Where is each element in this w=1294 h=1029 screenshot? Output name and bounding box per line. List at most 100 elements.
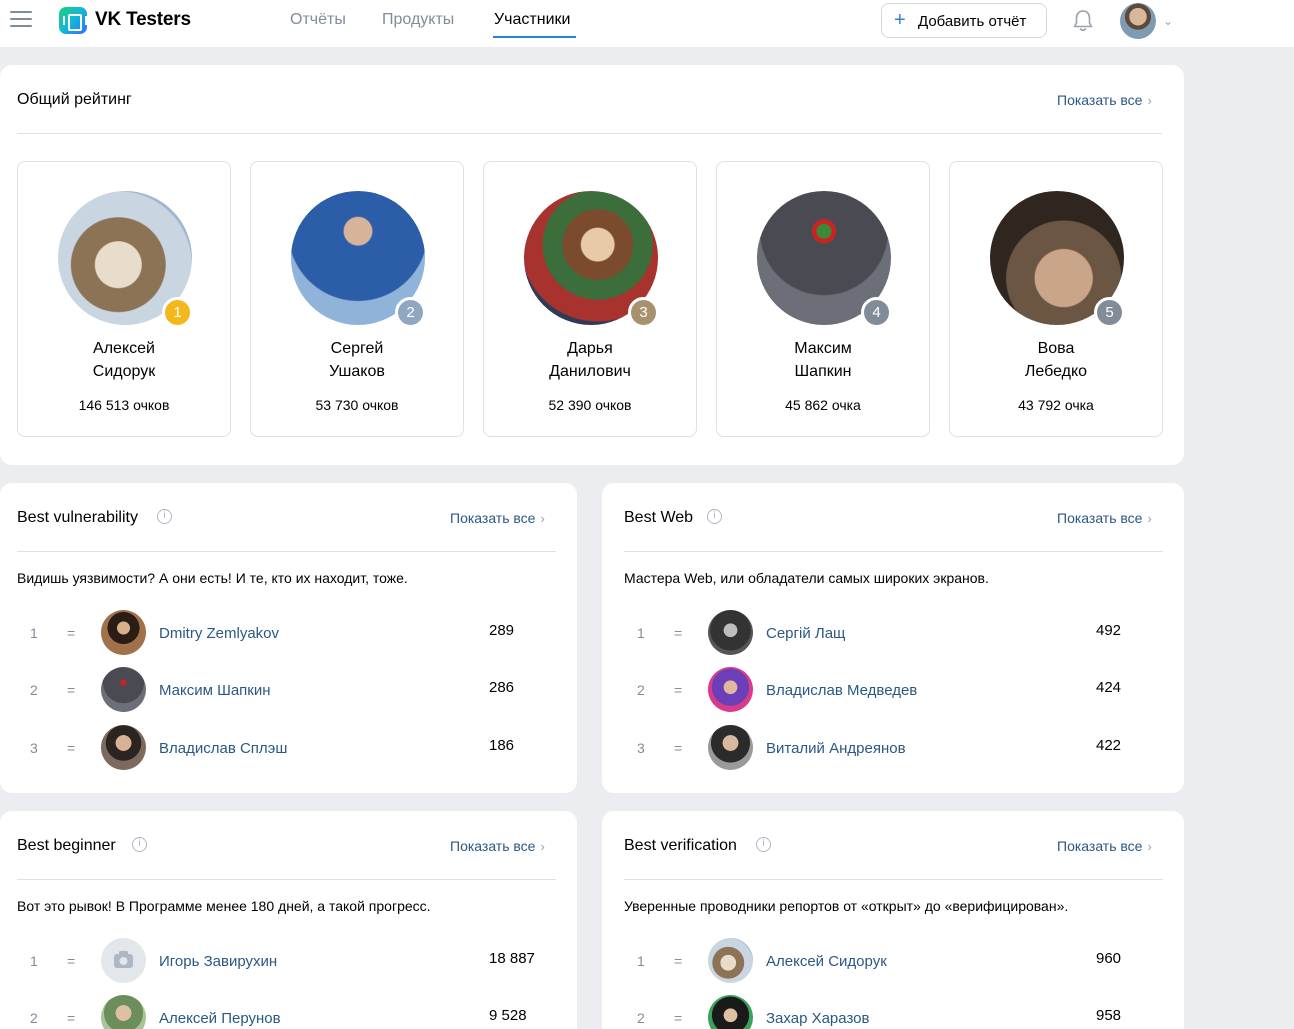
- nav-products[interactable]: Продукты: [382, 11, 454, 29]
- chevron-right-icon: ›: [540, 839, 545, 854]
- rating-card-4[interactable]: 4 Максим Шапкин 45 862 очка: [716, 161, 930, 437]
- avatar: [708, 995, 753, 1029]
- divider: [624, 879, 1163, 880]
- info-icon[interactable]: i: [132, 837, 147, 852]
- row-rank: 2: [30, 682, 38, 698]
- row-score: 424: [1096, 679, 1122, 696]
- menu-icon[interactable]: [10, 11, 32, 29]
- card-description: Уверенные проводники репортов от «открыт…: [624, 898, 1069, 914]
- best-vulnerability-card: Best vulnerability i Показать все › Видиш…: [0, 483, 577, 793]
- chevron-right-icon: ›: [1147, 839, 1152, 854]
- rank-badge: 5: [1094, 297, 1125, 328]
- show-all-link[interactable]: Показать все ›: [1057, 838, 1152, 854]
- chevron-right-icon: ›: [1147, 511, 1152, 526]
- nav-reports[interactable]: Отчёты: [290, 11, 346, 29]
- bell-icon[interactable]: [1072, 9, 1094, 33]
- show-all-link[interactable]: Показать все ›: [450, 838, 545, 854]
- leaderboard-row[interactable]: 1 = Сергій Лащ 492: [607, 610, 1167, 656]
- avatar: [101, 667, 146, 712]
- row-rank: 1: [637, 625, 645, 641]
- avatar: [101, 610, 146, 655]
- show-all-link[interactable]: Показать все ›: [450, 510, 545, 526]
- leaderboard-row[interactable]: 3 = Виталий Андреянов 422: [607, 725, 1167, 771]
- first-name: Алексей: [93, 340, 155, 357]
- rating-card-3[interactable]: 3 Дарья Данилович 52 390 очков: [483, 161, 697, 437]
- row-name-link[interactable]: Владислав Сплэш: [159, 740, 287, 757]
- row-name-link[interactable]: Алексей Сидорук: [766, 953, 887, 970]
- row-trend: =: [674, 682, 683, 698]
- row-score: 960: [1096, 950, 1122, 967]
- row-trend: =: [67, 682, 76, 698]
- first-name: Вова: [1037, 340, 1075, 357]
- show-all-link[interactable]: Показать все ›: [1057, 510, 1152, 526]
- row-trend: =: [674, 740, 683, 756]
- leaderboard-row[interactable]: 2 = Захар Харазов 958: [607, 995, 1167, 1029]
- row-name-link[interactable]: Виталий Андреянов: [766, 740, 906, 757]
- leaderboard-row[interactable]: 1 = Dmitry Zemlyakov 289: [0, 610, 560, 656]
- rank-badge: 3: [628, 297, 659, 328]
- info-icon[interactable]: i: [756, 837, 771, 852]
- show-all-link[interactable]: Показать все ›: [1057, 92, 1152, 108]
- row-score: 492: [1096, 622, 1122, 639]
- avatar: [708, 610, 753, 655]
- row-name-link[interactable]: Владислав Медведев: [766, 682, 917, 699]
- divider: [17, 879, 556, 880]
- avatar: [708, 667, 753, 712]
- row-rank: 2: [637, 682, 645, 698]
- chevron-down-icon[interactable]: ⌄: [1163, 14, 1173, 28]
- last-name: Ушаков: [329, 363, 385, 380]
- rating-card-1[interactable]: 1 Алексей Сидорук 146 513 очков: [17, 161, 231, 437]
- row-score: 9 528: [489, 1007, 527, 1024]
- info-icon[interactable]: i: [157, 509, 172, 524]
- add-report-label: Добавить отчёт: [918, 13, 1027, 30]
- best-verification-card: Best verification i Показать все › Уверен…: [602, 811, 1184, 1029]
- card-description: Видишь уязвимости? А они есть! И те, кто…: [17, 570, 408, 586]
- row-name-link[interactable]: Алексей Перунов: [159, 1010, 281, 1027]
- chevron-right-icon: ›: [540, 511, 545, 526]
- leaderboard-row[interactable]: 2 = Владислав Медведев 424: [607, 667, 1167, 713]
- logo-text[interactable]: VK Testers: [95, 9, 191, 31]
- divider: [624, 551, 1163, 552]
- row-name-link[interactable]: Захар Харазов: [766, 1010, 869, 1027]
- first-name: Сергей: [330, 340, 384, 357]
- nav-participants[interactable]: Участники: [494, 11, 570, 29]
- row-name-link[interactable]: Сергій Лащ: [766, 625, 845, 642]
- row-name-link[interactable]: Максим Шапкин: [159, 682, 271, 699]
- row-score: 422: [1096, 737, 1122, 754]
- row-score: 958: [1096, 1007, 1122, 1024]
- card-title: Best vulnerability: [17, 509, 138, 526]
- row-score: 289: [489, 622, 515, 639]
- rating-card-5[interactable]: 5 Вова Лебедко 43 792 очка: [949, 161, 1163, 437]
- overall-rating-title: Общий рейтинг: [17, 91, 132, 108]
- leaderboard-row[interactable]: 1 = Алексей Сидорук 960: [607, 938, 1167, 984]
- avatar: [101, 995, 146, 1029]
- row-rank: 3: [30, 740, 38, 756]
- row-trend: =: [674, 953, 683, 969]
- leaderboard-row[interactable]: 1 = Игорь Завирухин 18 887: [0, 938, 560, 984]
- row-name-link[interactable]: Игорь Завирухин: [159, 953, 277, 970]
- info-icon[interactable]: i: [707, 509, 722, 524]
- best-web-card: Best Web i Показать все › Мастера Web, ил…: [602, 483, 1184, 793]
- first-name: Максим: [794, 340, 852, 357]
- row-rank: 2: [30, 1010, 38, 1026]
- rank-badge: 2: [395, 297, 426, 328]
- user-avatar[interactable]: [1120, 3, 1156, 39]
- card-description: Вот это рывок! В Программе менее 180 дне…: [17, 898, 431, 914]
- camera-placeholder-icon: [101, 938, 146, 983]
- add-report-button[interactable]: + Добавить отчёт: [881, 3, 1047, 38]
- rating-card-2[interactable]: 2 Сергей Ушаков 53 730 очков: [250, 161, 464, 437]
- vk-testers-logo-icon[interactable]: [59, 7, 87, 34]
- rank-badge: 1: [162, 297, 193, 328]
- card-title: Best Web: [624, 509, 694, 526]
- row-name-link[interactable]: Dmitry Zemlyakov: [159, 625, 279, 642]
- avatar: [101, 725, 146, 770]
- card-description: Мастера Web, или обладатели самых широки…: [624, 570, 989, 586]
- plus-icon: +: [894, 9, 906, 31]
- leaderboard-row[interactable]: 3 = Владислав Сплэш 186: [0, 725, 560, 771]
- row-score: 286: [489, 679, 515, 696]
- leaderboard-row[interactable]: 2 = Алексей Перунов 9 528: [0, 995, 560, 1029]
- row-rank: 2: [637, 1010, 645, 1026]
- avatar: [708, 938, 753, 983]
- leaderboard-row[interactable]: 2 = Максим Шапкин 286: [0, 667, 560, 713]
- row-rank: 3: [637, 740, 645, 756]
